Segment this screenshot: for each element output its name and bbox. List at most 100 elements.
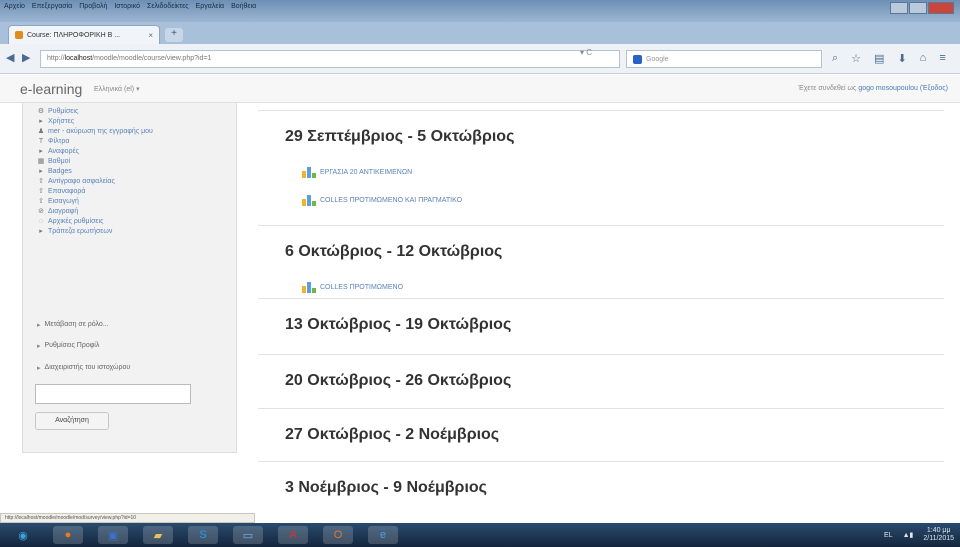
search-bar[interactable]: Google xyxy=(626,50,822,68)
back-icon[interactable]: ◀ xyxy=(6,51,14,64)
arrow-right-icon: ▸ xyxy=(39,148,43,155)
outlook-icon[interactable]: O xyxy=(323,526,353,544)
reload-icon[interactable]: ▾ C xyxy=(580,48,592,57)
language-indicator-icon[interactable]: EL xyxy=(884,532,893,539)
pdf-icon[interactable]: A xyxy=(278,526,308,544)
menu-icon[interactable]: ≡ xyxy=(939,52,945,65)
user-link[interactable]: gogo mosoupoulou xyxy=(858,85,918,92)
status-url: http://localhost/moodle/moodle/mod/surve… xyxy=(0,513,255,523)
ie-icon[interactable]: e xyxy=(368,526,398,544)
menu-item[interactable]: Ιστορικό xyxy=(114,3,140,10)
start-orb-icon[interactable]: ◉ xyxy=(8,526,38,544)
network-icon[interactable]: ▲▮ xyxy=(903,531,914,539)
login-text: Έχετε συνδεθεί ως xyxy=(798,85,859,92)
admin-menu-label: Επαναφορά xyxy=(48,188,86,195)
site-admin-item[interactable]: ▸ Διαχειριστής του ιστοχώρου xyxy=(37,364,130,372)
url-prefix: http:// xyxy=(47,55,65,62)
menu-item[interactable]: Εργαλεία xyxy=(196,3,224,10)
clock[interactable]: 1:40 μμ 2/11/2015 xyxy=(923,527,954,543)
arrow-right-icon: ▸ xyxy=(39,168,43,175)
admin-menu-item[interactable]: ◌ Αρχικές ρυθμίσεις xyxy=(37,217,153,227)
navigation-bar: ◀ ▶ http://localhost/moodle/moodle/cours… xyxy=(0,44,960,74)
clock-time: 1:40 μμ xyxy=(926,527,951,534)
site-brand[interactable]: e-learning xyxy=(20,81,82,97)
admin-menu-item[interactable]: ▸ Χρήστες xyxy=(37,117,153,127)
admin-menu-item[interactable]: ▦ Βαθμοί xyxy=(37,157,153,167)
week-title: 29 Σεπτέμβριος - 5 Οκτώβριος xyxy=(285,128,515,145)
bookmark-star-icon[interactable]: ☆ xyxy=(851,52,861,65)
week-section: 27 Οκτώβριος - 2 Νοέμβριος xyxy=(258,408,944,461)
grades-icon: ▦ xyxy=(37,158,45,165)
reset-icon: ◌ xyxy=(38,218,44,225)
minimize-button[interactable] xyxy=(890,2,908,14)
admin-menu-label: Τράπεζα ερωτήσεων xyxy=(48,228,113,235)
arrow-right-icon: ▸ xyxy=(39,118,43,125)
survey-activity-link[interactable]: COLLES ΠΡΟΤΙΜΩΜΕΝΟ xyxy=(302,282,403,293)
close-tab-icon[interactable]: × xyxy=(148,31,153,40)
browser-menubar: Αρχείο Επεξεργασία Προβολή Ιστορικό Σελιδοδε… xyxy=(4,3,256,10)
admin-menu-label: Αντίγραφο ασφαλείας xyxy=(48,178,115,185)
skype-icon[interactable]: S xyxy=(188,526,218,544)
windows-taskbar: EL ▲▮ 1:40 μμ 2/11/2015 ◉ ● ▣ ▰ S ▭ A Oe xyxy=(0,523,960,547)
search-placeholder: Google xyxy=(646,55,669,63)
week-title: 13 Οκτώβριος - 19 Οκτώβριος xyxy=(285,316,512,333)
menu-item[interactable]: Αρχείο xyxy=(4,3,25,10)
admin-search-button[interactable]: Αναζήτηση xyxy=(35,412,109,430)
admin-menu-item[interactable]: ▸ Αναφορές xyxy=(37,147,153,157)
url-host: localhost xyxy=(64,55,93,62)
maximize-button[interactable] xyxy=(909,2,927,14)
bookmarks-icon[interactable]: ▤ xyxy=(874,52,884,65)
admin-menu-item[interactable]: ⇧ Εισαγωγή xyxy=(37,197,153,207)
browser-titlebar: Αρχείο Επεξεργασία Προβολή Ιστορικό Σελιδοδε… xyxy=(0,0,960,22)
clock-date: 2/11/2015 xyxy=(923,535,954,542)
tab-strip: Course: ΠΛΗΡΟΦΟΡΙΚΗ Β ... × + xyxy=(0,22,960,44)
switch-role-item[interactable]: ▸ Μετάβαση σε ρόλο... xyxy=(37,321,109,329)
menu-item[interactable]: Προβολή xyxy=(79,3,107,10)
survey-activity-link[interactable]: ΕΡΓΑΣΙΑ 20 ΑΝΤΙΚΕΙΜΕΝΩΝ xyxy=(302,167,412,178)
profile-settings-item[interactable]: ▸ Ρυθμίσεις Προφίλ xyxy=(37,342,99,350)
menu-item[interactable]: Βοήθεια xyxy=(231,3,256,10)
home-icon[interactable]: ⌂ xyxy=(920,52,927,65)
logout-link[interactable]: (Έξοδος) xyxy=(920,85,948,92)
week-title: 6 Οκτώβριος - 12 Οκτώβριος xyxy=(285,243,503,260)
admin-menu-label: mer - ακύρωση της εγγραφής μου xyxy=(48,128,153,135)
admin-menu-item[interactable]: ⚙ Ρυθμίσεις xyxy=(37,107,153,117)
monitor-icon[interactable]: ▭ xyxy=(233,526,263,544)
week-title: 3 Νοέμβριος - 9 Νοέμβριος xyxy=(285,479,487,496)
url-path: /moodle/moodle/course/view.php?id=1 xyxy=(92,55,212,62)
week-section: 29 Σεπτέμβριος - 5 Οκτώβριος ΕΡΓΑΣΙΑ 20 Α… xyxy=(258,110,944,225)
admin-menu-item[interactable]: ▸ Τράπεζα ερωτήσεων xyxy=(37,227,153,237)
activity-label: ΕΡΓΑΣΙΑ 20 ΑΝΤΙΚΕΙΜΕΝΩΝ xyxy=(320,169,413,176)
admin-menu-label: Φίλτρα xyxy=(48,138,70,145)
system-tray: EL ▲▮ 1:40 μμ 2/11/2015 xyxy=(884,527,954,543)
admin-menu-label: Εισαγωγή xyxy=(48,198,79,205)
admin-menu-item[interactable]: ⇧ Αντίγραφο ασφαλείας xyxy=(37,177,153,187)
admin-menu-item[interactable]: ⇧ Επαναφορά xyxy=(37,187,153,197)
admin-menu-item[interactable]: ▸ Badges xyxy=(37,167,153,177)
admin-menu-label: Διαγραφή xyxy=(48,208,79,215)
menu-item[interactable]: Σελιδοδείκτες xyxy=(147,3,189,10)
arrow-right-icon: ▸ xyxy=(37,322,41,329)
browser-toolbar: ⌕ ☆ ▤ ⬇ ⌂ ≡ xyxy=(832,52,946,65)
close-window-button[interactable] xyxy=(928,2,954,14)
firefox-icon[interactable]: ● xyxy=(53,526,83,544)
admin-menu-item[interactable]: ♟ mer - ακύρωση της εγγραφής μου xyxy=(37,127,153,137)
window-controls xyxy=(890,2,954,14)
admin-menu-label: Αναφορές xyxy=(48,148,79,155)
search-icon[interactable]: ⌕ xyxy=(832,52,838,65)
survey-activity-link[interactable]: COLLES ΠΡΟΤΙΜΩΜΕΝΟ ΚΑΙ ΠΡΑΓΜΑΤΙΚΟ xyxy=(302,195,462,206)
admin-menu-item[interactable]: T Φίλτρα xyxy=(37,137,153,147)
media-icon[interactable]: ▣ xyxy=(98,526,128,544)
forward-icon[interactable]: ▶ xyxy=(22,51,30,64)
admin-search-input[interactable] xyxy=(35,384,191,404)
menu-item[interactable]: Επεξεργασία xyxy=(32,3,72,10)
url-bar[interactable]: http://localhost/moodle/moodle/course/vi… xyxy=(40,50,620,68)
folder-icon[interactable]: ▰ xyxy=(143,526,173,544)
new-tab-button[interactable]: + xyxy=(165,28,183,42)
browser-tab[interactable]: Course: ΠΛΗΡΟΦΟΡΙΚΗ Β ... × xyxy=(8,25,160,44)
survey-chart-icon xyxy=(302,282,316,293)
admin-menu-item[interactable]: ⊘ Διαγραφή xyxy=(37,207,153,217)
admin-menu-label: Αρχικές ρυθμίσεις xyxy=(48,218,104,225)
download-icon[interactable]: ⬇ xyxy=(897,52,906,65)
language-menu[interactable]: Ελληνικά (el) ▾ xyxy=(94,85,140,93)
